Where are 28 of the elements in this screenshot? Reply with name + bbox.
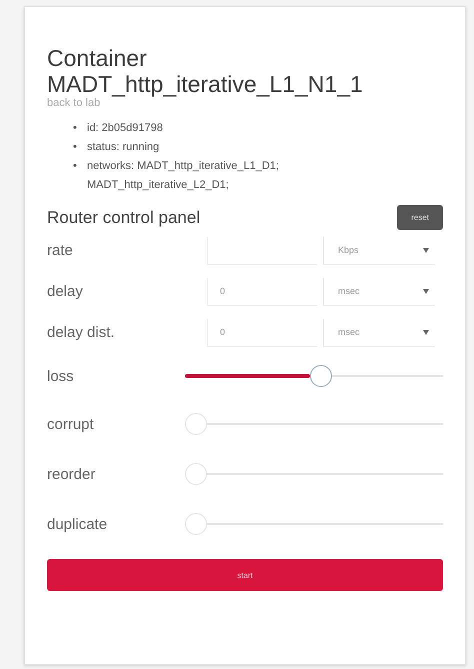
- back-link[interactable]: back to lab: [47, 97, 100, 109]
- detail-item: id: 2b05d91798: [87, 121, 164, 136]
- value-input[interactable]: 0: [207, 318, 317, 346]
- detail-item: networks: MADT_http_iterative_L1_D1; MADT_http_iterative_L2_D1;: [87, 159, 280, 193]
- caret-icon: [423, 330, 429, 334]
- page-title: MADT_http_iterative_L1_N1_1: [47, 71, 364, 97]
- slider-thumb[interactable]: [310, 365, 332, 387]
- value-input[interactable]: 0: [207, 278, 317, 306]
- reset-button[interactable]: reset: [397, 205, 443, 230]
- control-label: rate: [47, 242, 74, 259]
- control-label: duplicate: [47, 516, 108, 532]
- bullet: •: [73, 140, 78, 155]
- unit-select[interactable]: msec: [323, 318, 435, 346]
- page-title: Container: [47, 45, 148, 71]
- control-label: reorder: [47, 466, 96, 482]
- detail-item: status: running: [87, 140, 160, 155]
- bullet: •: [73, 121, 78, 136]
- panel-title: Router control panel: [47, 208, 200, 228]
- caret-icon: [423, 248, 429, 252]
- unit-select[interactable]: msec: [323, 278, 435, 306]
- bullet: •: [73, 159, 78, 174]
- unit-select[interactable]: Kbps: [323, 236, 435, 264]
- control-label: delay dist.: [47, 324, 116, 341]
- control-label: corrupt: [47, 416, 95, 432]
- control-label: loss: [47, 368, 75, 384]
- control-label: delay: [47, 283, 84, 300]
- caret-icon: [423, 288, 429, 294]
- start-button[interactable]: start: [47, 559, 443, 591]
